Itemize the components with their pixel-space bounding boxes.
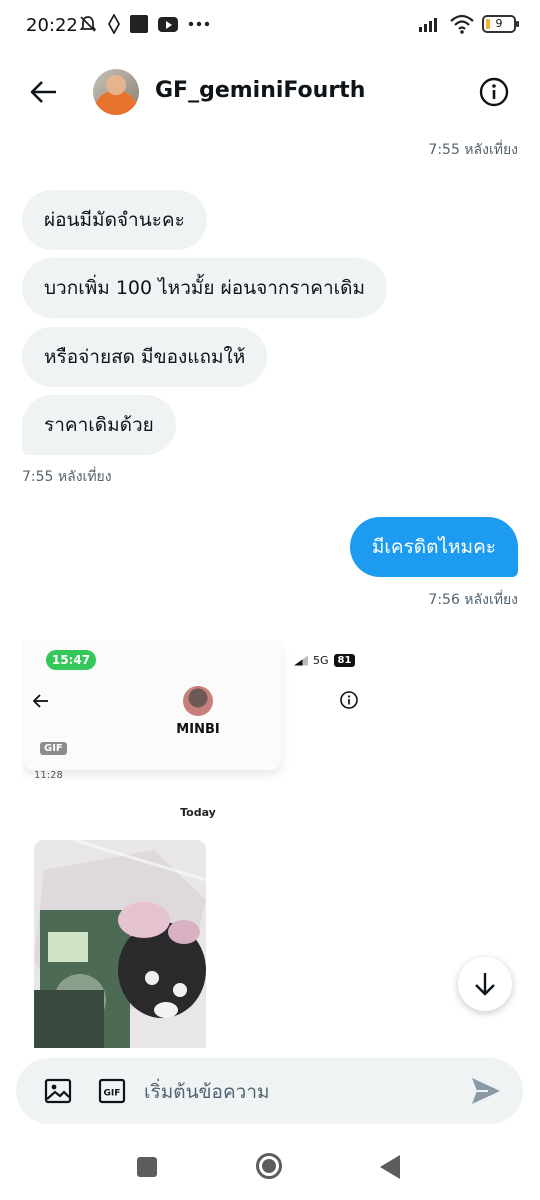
embedded-msg-time: 11:28 bbox=[34, 770, 63, 781]
incoming-message[interactable]: ราคาเดิมด้วย bbox=[22, 395, 176, 455]
youtube-icon bbox=[158, 16, 178, 32]
system-back-button[interactable] bbox=[380, 1155, 400, 1179]
signal-icon bbox=[419, 18, 437, 32]
incoming-message[interactable]: ผ่อนมีมัดจำนะคะ bbox=[22, 190, 207, 250]
battery-icon: 9 bbox=[482, 15, 519, 33]
avatar[interactable] bbox=[93, 69, 139, 115]
gif-icon-label: GIF bbox=[104, 1089, 121, 1099]
status-icons-left bbox=[78, 14, 210, 34]
conversation-title[interactable]: GF_geminiFourth bbox=[155, 78, 365, 103]
gif-icon[interactable]: GIF bbox=[98, 1077, 126, 1105]
embedded-gif-badge: GIF bbox=[40, 742, 67, 755]
send-icon[interactable] bbox=[470, 1076, 502, 1106]
status-bar: 20:22 9 bbox=[0, 0, 540, 52]
app-square-icon bbox=[130, 15, 148, 33]
status-time: 20:22 bbox=[26, 15, 78, 36]
status-icons-right: 9 bbox=[418, 14, 519, 34]
message-composer: GIF bbox=[16, 1058, 523, 1124]
embedded-signal-icon bbox=[294, 655, 308, 666]
system-nav-bar bbox=[0, 1130, 540, 1200]
embedded-info-icon bbox=[340, 691, 358, 709]
arrow-down-icon bbox=[475, 973, 495, 996]
incoming-message[interactable]: บวกเพิ่ม 100 ไหวมั้ย ผ่อนจากราคาเดิม bbox=[22, 258, 388, 318]
outgoing-message[interactable]: มีเครดิตไหมคะ bbox=[349, 517, 518, 577]
home-button[interactable] bbox=[256, 1153, 282, 1179]
dnd-off-icon bbox=[79, 16, 97, 32]
sync-icon bbox=[108, 14, 120, 34]
recents-button[interactable] bbox=[137, 1157, 157, 1177]
scroll-to-bottom-button[interactable] bbox=[458, 957, 512, 1011]
embedded-day-divider: Today bbox=[180, 806, 216, 819]
more-dots-icon bbox=[188, 21, 210, 27]
info-icon[interactable] bbox=[478, 76, 510, 108]
embedded-photo bbox=[34, 840, 206, 1048]
conversation-header: GF_geminiFourth bbox=[0, 52, 540, 132]
back-arrow-icon[interactable] bbox=[26, 74, 62, 110]
message-timestamp: 7:55 หลังเที่ยง bbox=[428, 142, 518, 158]
wifi-icon bbox=[450, 14, 474, 34]
embedded-back-icon bbox=[32, 694, 48, 708]
embedded-name: MINBI bbox=[176, 722, 220, 737]
battery-level: 9 bbox=[495, 17, 503, 30]
message-timestamp: 7:56 หลังเที่ยง bbox=[428, 592, 518, 608]
message-timestamp: 7:55 หลังเที่ยง bbox=[22, 469, 112, 485]
message-input[interactable] bbox=[144, 1072, 444, 1112]
photo-content bbox=[34, 840, 206, 1048]
embedded-avatar bbox=[183, 686, 213, 716]
embedded-network: 5G bbox=[313, 654, 329, 667]
incoming-message[interactable]: หรือจ่ายสด มีของแถมให้ bbox=[22, 327, 268, 387]
shared-image[interactable]: 15:47 5G 81 MINBI GIF 11:28 Today bbox=[22, 640, 374, 1048]
image-icon[interactable] bbox=[44, 1077, 72, 1105]
embedded-time: 15:47 bbox=[46, 650, 96, 670]
embedded-battery: 81 bbox=[333, 654, 356, 667]
embedded-status: 5G 81 bbox=[294, 654, 356, 667]
